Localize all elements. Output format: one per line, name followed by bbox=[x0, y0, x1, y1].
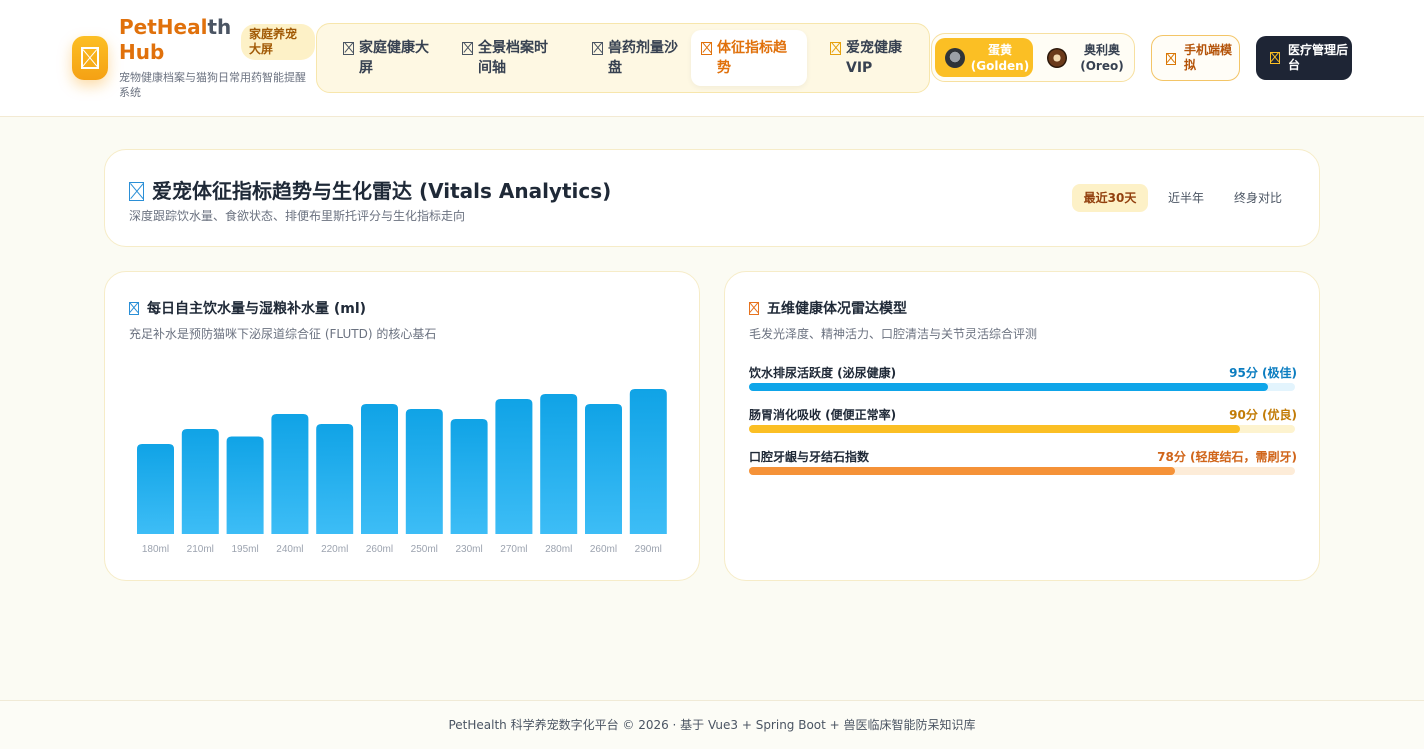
mobile-preview-button[interactable]: 手机端模拟 bbox=[1151, 35, 1240, 81]
pet-name: 奥利奥 (Oreo) bbox=[1080, 43, 1124, 73]
pet-avatar-golden bbox=[945, 48, 965, 68]
radar-icon bbox=[749, 302, 759, 315]
metric-value: 95分 (极佳) bbox=[1229, 366, 1297, 380]
brand-name[interactable]: PetHealth Hub bbox=[119, 15, 232, 65]
metric-oral: 口腔牙龈与牙结石指数 78分 (轻度结石，需刷牙) bbox=[749, 448, 1297, 480]
top-bar: PetHealth Hub 家庭养宠大屏 宠物健康档案与猫狗日常用药智能提醒系统… bbox=[0, 0, 1424, 117]
radar-title-text: 五维健康体况雷达模型 bbox=[767, 301, 907, 317]
nav-item-vitals[interactable]: 体征指标趋势 bbox=[691, 30, 807, 86]
brand-line2: Hub bbox=[119, 40, 165, 64]
water-bar[interactable] bbox=[405, 409, 443, 534]
nav-label: 体征指标趋势 bbox=[717, 40, 787, 76]
metric-track bbox=[749, 383, 1295, 391]
water-bar-label: 250ml bbox=[411, 544, 438, 555]
water-bar-label: 230ml bbox=[455, 544, 482, 555]
nav-item-timeline[interactable]: 全景档案时间轴 bbox=[452, 30, 568, 86]
mobile-button-label: 手机端模拟 bbox=[1184, 43, 1233, 72]
nav-label: 爱宠健康VIP bbox=[846, 40, 902, 76]
nav-label: 全景档案时间轴 bbox=[478, 40, 548, 76]
timeline-icon bbox=[462, 42, 473, 55]
metric-fill bbox=[749, 467, 1175, 475]
logo-icon bbox=[81, 47, 99, 69]
phone-icon bbox=[1166, 53, 1176, 65]
vitals-icon bbox=[701, 42, 712, 55]
water-bar-label: 260ml bbox=[590, 544, 617, 555]
health-radar-card: 五维健康体况雷达模型 毛发光泽度、精神活力、口腔清洁与关节灵活综合评测 饮水排尿… bbox=[724, 271, 1320, 581]
water-bar-label: 220ml bbox=[321, 544, 348, 555]
water-bar-chart: 180ml 210ml 195ml 240ml 220ml 260ml 250ml 230ml… bbox=[137, 389, 667, 555]
metric-value: 90分 (优良) bbox=[1229, 408, 1297, 422]
pet-oreo-button[interactable]: 奥利奥 (Oreo) bbox=[1037, 38, 1133, 77]
water-bar-label: 180ml bbox=[142, 544, 169, 555]
admin-button-label: 医疗管理后台 bbox=[1288, 43, 1349, 72]
radar-title: 五维健康体况雷达模型 bbox=[749, 298, 907, 318]
metric-label: 饮水排尿活跃度 (泌尿健康) bbox=[749, 366, 897, 380]
page-title: 爱宠体征指标趋势与生化雷达 (Vitals Analytics) bbox=[129, 175, 611, 204]
nav-item-dosage[interactable]: 兽药剂量沙盘 bbox=[582, 30, 698, 86]
water-bar[interactable] bbox=[137, 444, 174, 534]
nav-label: 家庭健康大屏 bbox=[359, 40, 429, 76]
water-bar-label: 195ml bbox=[231, 544, 258, 555]
pet-name: 蛋黄 (Golden) bbox=[970, 43, 1030, 73]
brand-subtitle: 宠物健康档案与猫狗日常用药智能提醒系统 bbox=[119, 71, 306, 99]
pet-switcher: 蛋黄 (Golden) 奥利奥 (Oreo) bbox=[931, 33, 1135, 82]
metric-digestion: 肠胃消化吸收 (便便正常率) 90分 (优良) bbox=[749, 406, 1297, 438]
footer: PetHealth 科学养宠数字化平台 © 2026 · 基于 Vue3 + S… bbox=[0, 700, 1424, 749]
radar-subtitle: 毛发光泽度、精神活力、口腔清洁与关节灵活综合评测 bbox=[749, 327, 1038, 341]
metric-label: 口腔牙龈与牙结石指数 bbox=[749, 450, 870, 464]
metric-urinary: 饮水排尿活跃度 (泌尿健康) 95分 (极佳) bbox=[749, 364, 1297, 396]
range-tab-half-year[interactable]: 近半年 bbox=[1158, 184, 1214, 212]
page-title-text: 爱宠体征指标趋势与生化雷达 (Vitals Analytics) bbox=[152, 179, 612, 203]
water-bar-label: 290ml bbox=[635, 544, 662, 555]
water-bar-label: 270ml bbox=[500, 544, 527, 555]
vip-icon bbox=[830, 42, 841, 55]
brand-part2: th bbox=[207, 15, 232, 39]
brand-part1: PetHeal bbox=[119, 15, 208, 39]
water-bar[interactable] bbox=[181, 429, 219, 534]
metric-track bbox=[749, 425, 1295, 433]
metric-track bbox=[749, 467, 1295, 475]
chart-icon bbox=[129, 182, 144, 201]
metric-fill bbox=[749, 425, 1241, 433]
pet-golden-button[interactable]: 蛋黄 (Golden) bbox=[935, 38, 1033, 77]
range-tab-lifetime[interactable]: 终身对比 bbox=[1224, 184, 1292, 212]
logo[interactable] bbox=[72, 36, 108, 80]
water-bar-label: 260ml bbox=[366, 544, 393, 555]
range-tab-30d[interactable]: 最近30天 bbox=[1072, 184, 1148, 212]
water-bar-label: 210ml bbox=[187, 544, 214, 555]
water-bar[interactable] bbox=[585, 404, 622, 534]
water-bar[interactable] bbox=[271, 414, 309, 534]
water-intake-card: 每日自主饮水量与湿粮补水量 (ml) 充足补水是预防猫咪下泌尿道综合征 (FLU… bbox=[104, 271, 700, 581]
nav-item-vip[interactable]: 爱宠健康VIP bbox=[820, 30, 936, 86]
page-subtitle: 深度跟踪饮水量、食欲状态、排便布里斯托评分与生化指标走向 bbox=[129, 209, 466, 223]
home-badge: 家庭养宠大屏 bbox=[241, 24, 315, 60]
admin-console-button[interactable]: 医疗管理后台 bbox=[1256, 36, 1352, 80]
water-bar[interactable] bbox=[226, 436, 264, 535]
metric-value: 78分 (轻度结石，需刷牙) bbox=[1157, 450, 1297, 464]
water-bar[interactable] bbox=[450, 419, 488, 534]
water-bar[interactable] bbox=[629, 389, 667, 534]
nav-item-dashboard[interactable]: 家庭健康大屏 bbox=[333, 30, 449, 86]
metric-label: 肠胃消化吸收 (便便正常率) bbox=[749, 408, 897, 422]
water-bar[interactable] bbox=[361, 404, 398, 534]
medical-icon bbox=[1270, 52, 1280, 64]
water-bar[interactable] bbox=[540, 394, 578, 534]
dosage-icon bbox=[592, 42, 603, 55]
water-bar[interactable] bbox=[316, 424, 354, 534]
nav-label: 兽药剂量沙盘 bbox=[608, 40, 678, 76]
page-header-card: 爱宠体征指标趋势与生化雷达 (Vitals Analytics) 深度跟踪饮水量… bbox=[104, 149, 1320, 247]
metric-fill bbox=[749, 383, 1268, 391]
water-bar[interactable] bbox=[495, 399, 533, 534]
pet-avatar-oreo bbox=[1047, 48, 1067, 68]
main-nav: 家庭健康大屏 全景档案时间轴 兽药剂量沙盘 体征指标趋势 爱宠健康VIP bbox=[316, 23, 930, 93]
dashboard-icon bbox=[343, 42, 354, 55]
water-bar-label: 240ml bbox=[276, 544, 303, 555]
water-bar-label: 280ml bbox=[545, 544, 572, 555]
